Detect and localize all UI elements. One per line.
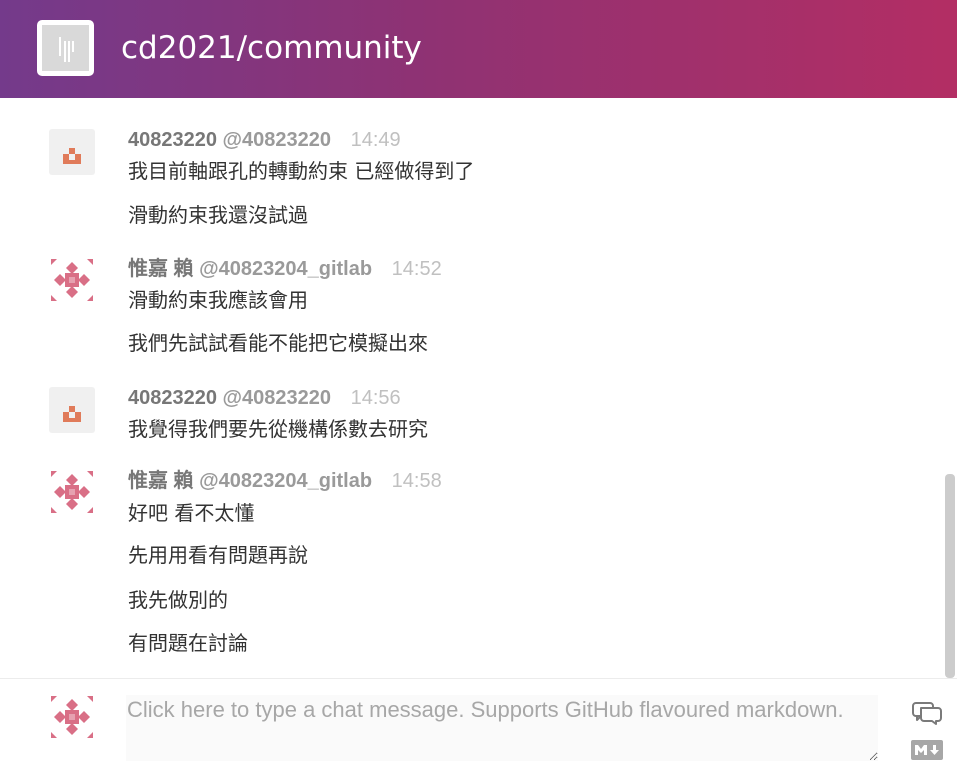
timestamp[interactable]: 14:56 (351, 387, 401, 409)
message-text: 我目前軸跟孔的轉動約束 已經做得到了 (128, 159, 475, 183)
markdown-icon[interactable] (911, 740, 943, 760)
message-header: 40823220 @40823220 14:56 (128, 385, 401, 411)
display-name[interactable]: 40823220 (128, 129, 217, 151)
username[interactable]: @40823204_gitlab (199, 470, 372, 492)
username[interactable]: @40823220 (223, 387, 332, 409)
timestamp[interactable]: 14:52 (392, 258, 442, 280)
current-user-avatar[interactable] (49, 694, 95, 740)
message-text: 好吧 看不太懂 (128, 501, 255, 525)
message-text: 有問題在討論 (128, 631, 248, 655)
gitter-logo-icon[interactable] (37, 20, 94, 76)
room-header: cd2021/community (0, 0, 957, 98)
message-text: 滑動約束我應該會用 (128, 288, 308, 312)
scrollbar[interactable] (945, 98, 957, 678)
display-name[interactable]: 惟嘉 賴 (128, 258, 194, 280)
chat-composer (0, 679, 957, 767)
avatar[interactable] (49, 129, 95, 175)
avatar[interactable] (49, 257, 95, 303)
message-text: 先用用看有問題再說 (128, 543, 308, 567)
message-header: 40823220 @40823220 14:49 (128, 127, 401, 153)
message-text: 滑動約束我還沒試過 (128, 203, 308, 227)
message-text: 我覺得我們要先從機構係數去研究 (128, 417, 428, 441)
avatar[interactable] (49, 387, 95, 433)
chat-message-input[interactable] (126, 695, 878, 761)
username[interactable]: @40823204_gitlab (199, 258, 372, 280)
message-text: 我們先試試看能不能把它模擬出來 (128, 331, 428, 355)
message-header: 惟嘉 賴 @40823204_gitlab 14:58 (128, 468, 442, 494)
message-text: 我先做別的 (128, 588, 228, 612)
display-name[interactable]: 惟嘉 賴 (128, 470, 194, 492)
display-name[interactable]: 40823220 (128, 387, 217, 409)
timestamp[interactable]: 14:58 (392, 470, 442, 492)
message-header: 惟嘉 賴 @40823204_gitlab 14:52 (128, 256, 442, 282)
timestamp[interactable]: 14:49 (351, 129, 401, 151)
scrollbar-thumb[interactable] (945, 474, 955, 678)
room-title[interactable]: cd2021/community (121, 28, 422, 68)
chat-bubbles-icon[interactable] (911, 701, 943, 725)
chat-message-list: 40823220 @40823220 14:49 我目前軸跟孔的轉動約束 已經做… (0, 98, 945, 678)
username[interactable]: @40823220 (223, 129, 332, 151)
avatar[interactable] (49, 469, 95, 515)
